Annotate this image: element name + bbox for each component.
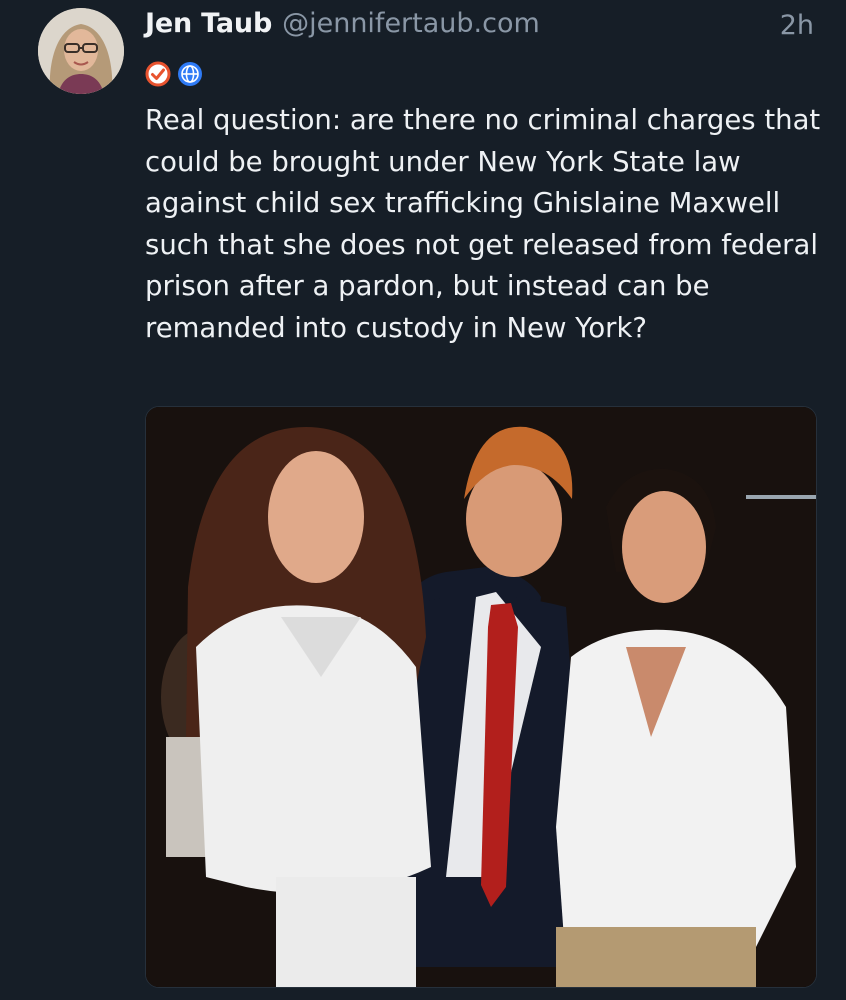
post-timestamp[interactable]: 2h: [780, 10, 814, 41]
post-header: Jen Taub @jennifertaub.com: [145, 8, 540, 44]
post-media-photo[interactable]: [145, 406, 817, 988]
globe-icon[interactable]: [177, 61, 203, 87]
author-display-name[interactable]: Jen Taub: [145, 8, 272, 39]
avatar-photo: [38, 8, 124, 94]
post-body-text: Real question: are there no criminal cha…: [145, 104, 821, 344]
verified-check-icon[interactable]: [145, 61, 171, 87]
author-badges: [145, 61, 203, 87]
embedded-photo: [146, 407, 816, 987]
author-avatar[interactable]: [38, 8, 124, 94]
post-card: Jen Taub @jennifertaub.com 2h Real quest…: [0, 0, 846, 1000]
author-handle[interactable]: @jennifertaub.com: [282, 8, 540, 39]
